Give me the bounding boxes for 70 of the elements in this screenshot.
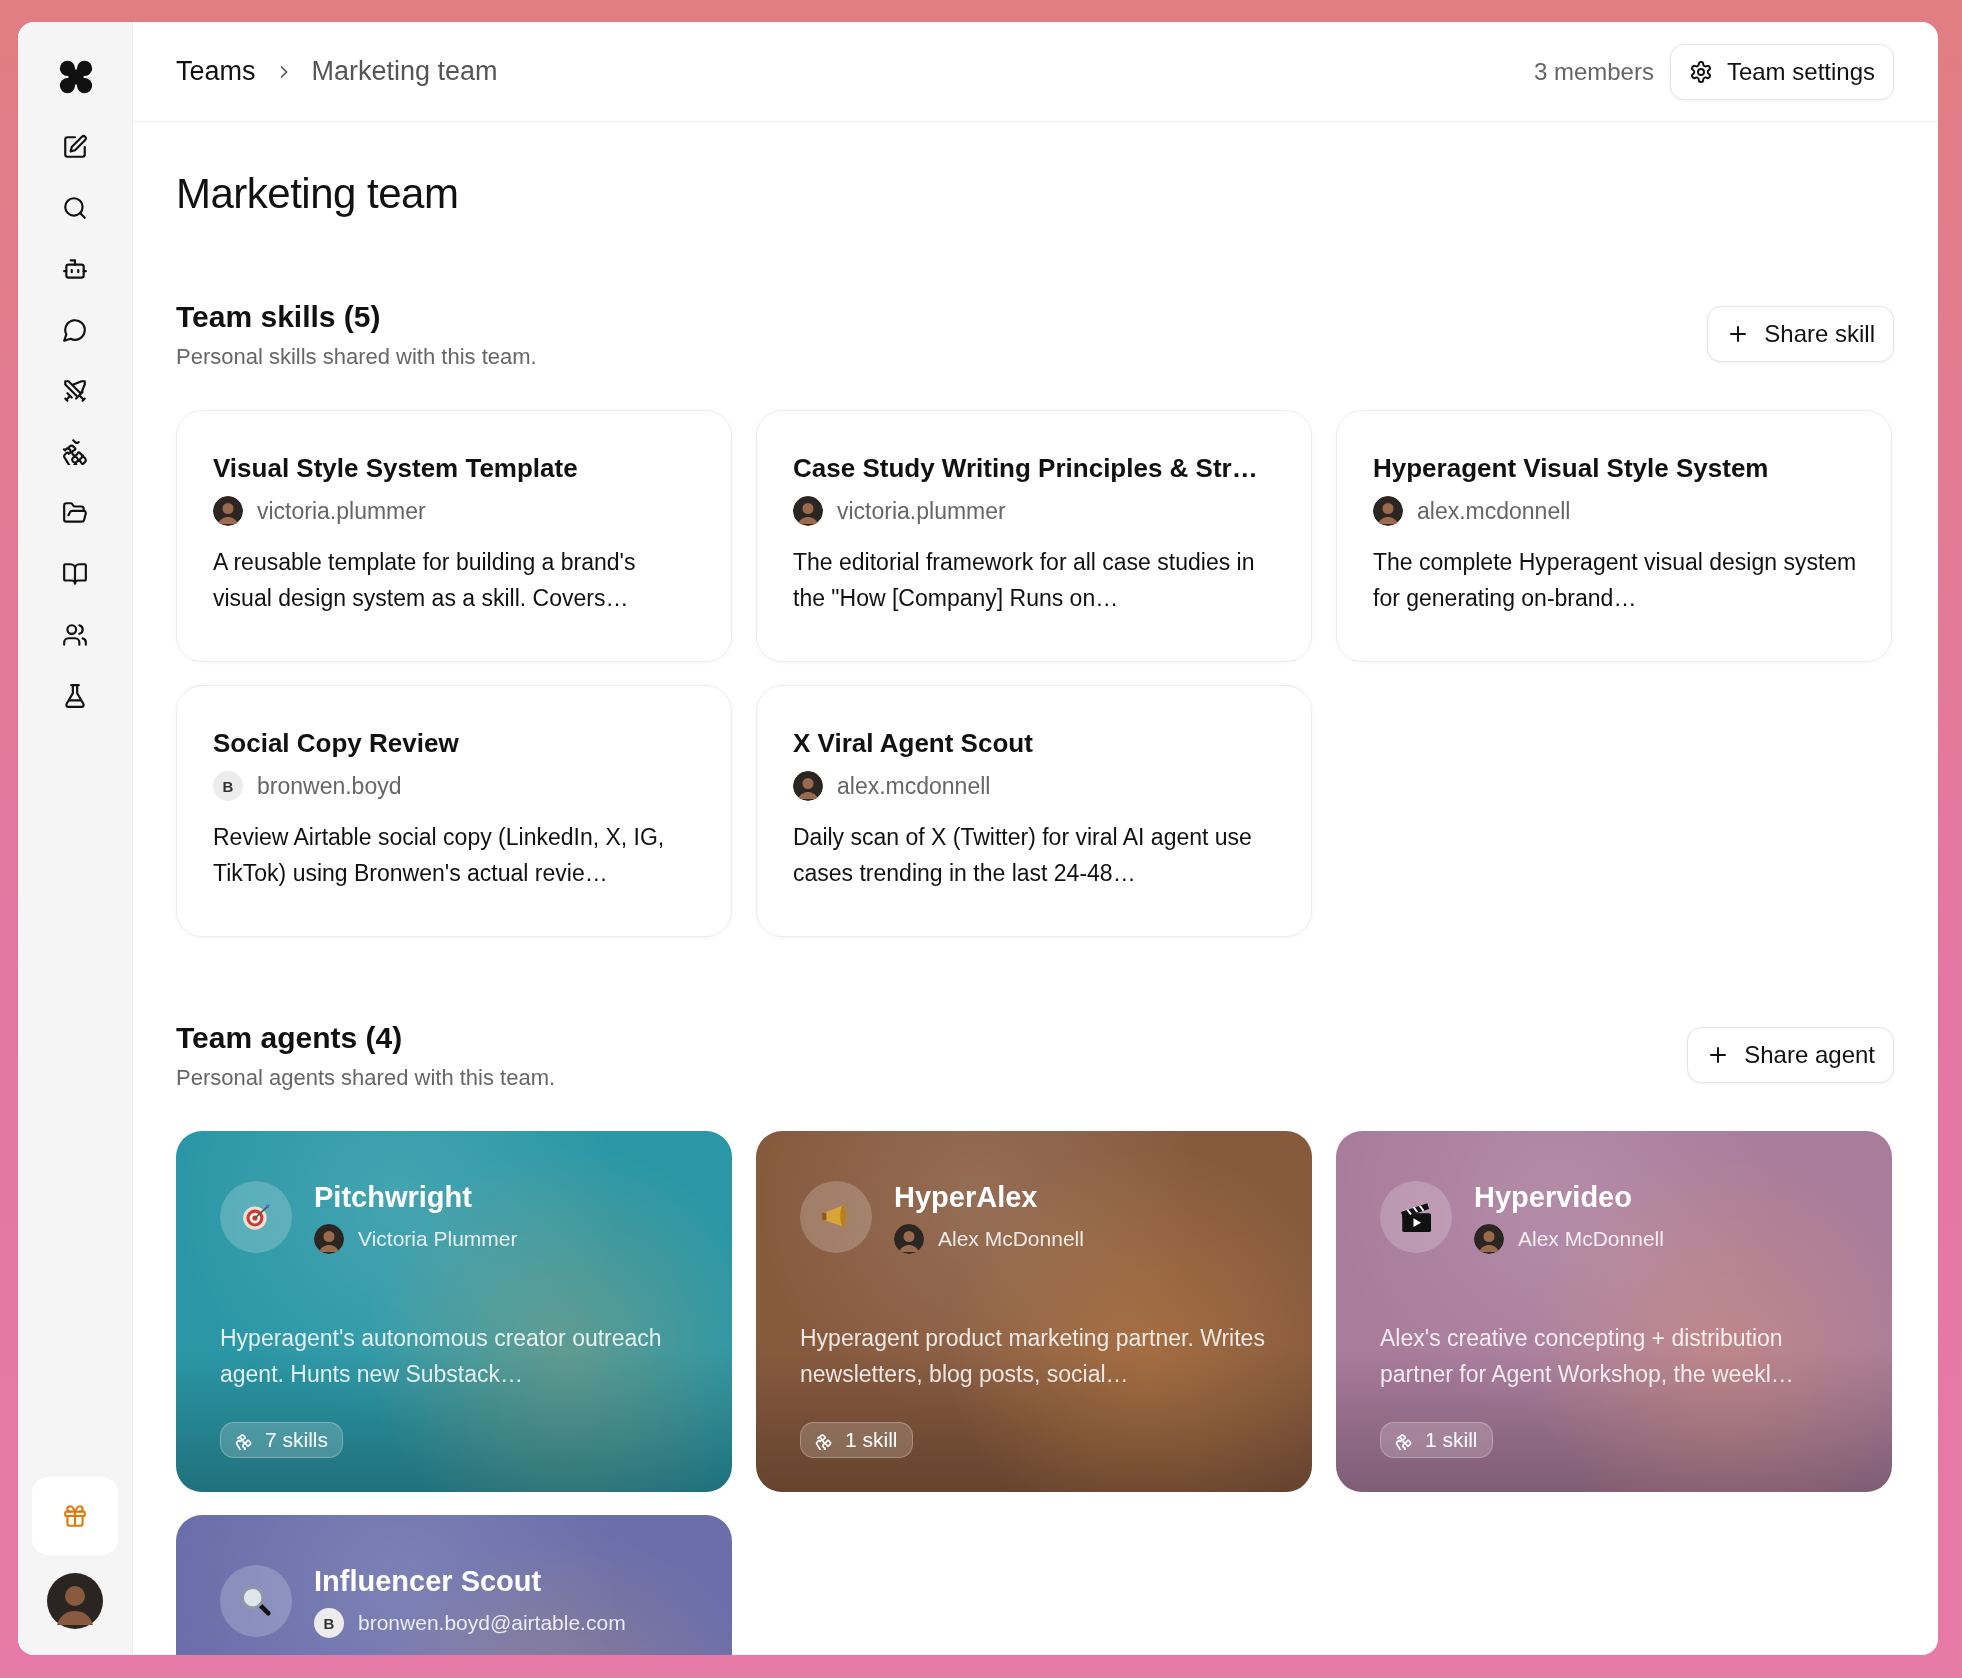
- folder-icon[interactable]: [62, 500, 88, 526]
- skill-description: Daily scan of X (Twitter) for viral AI agent use cases trending in the last 24-48…: [793, 823, 1253, 888]
- skill-title: Social Copy Review: [213, 728, 460, 759]
- author-avatar: [1373, 496, 1403, 526]
- agent-name: Hypervideo: [1474, 1181, 1633, 1214]
- skill-count-badge: 1 skill: [1380, 1422, 1493, 1458]
- skill-card[interactable]: Visual Style System Template victoria.plummer A reusable template for building a brand's visual design system as a skill. Covers…: [176, 410, 732, 662]
- author-name: Alex McDonnell: [938, 1227, 1084, 1251]
- agent-card[interactable]: HyperAlex Alex McDonnell Hyperagent product marketing partner. Writes newsletters, blog posts, social… 1 skill: [756, 1131, 1312, 1492]
- author-name: Victoria Plummer: [358, 1227, 518, 1251]
- author-name: victoria.plummer: [837, 497, 1006, 525]
- agent-name: HyperAlex: [894, 1181, 1039, 1214]
- author-name: victoria.plummer: [257, 497, 426, 525]
- share-agent-button[interactable]: Share agent: [1687, 1027, 1894, 1083]
- skill-card[interactable]: Case Study Writing Principles & Str… victoria.plummer The editorial framework for all case studies in the "How [Company] Runs on…: [756, 410, 1312, 662]
- section-subtitle: Personal agents shared with this team.: [176, 1065, 556, 1091]
- skill-description: The editorial framework for all case studies in the "How [Company] Runs on…: [793, 548, 1256, 613]
- author-name: alex.mcdonnell: [1417, 497, 1571, 525]
- agent-description: Hyperagent product marketing partner. Writes newsletters, blog posts, social…: [800, 1324, 1266, 1389]
- skill-title: Visual Style System Template: [213, 453, 579, 484]
- skill-description: The complete Hyperagent visual design system for generating on-brand…: [1373, 548, 1857, 613]
- author-name: Alex McDonnell: [1518, 1227, 1664, 1251]
- author-avatar: [213, 496, 243, 526]
- section-heading: Team skills (5): [176, 300, 382, 334]
- page-title: Marketing team: [176, 170, 460, 218]
- author-name: bronwen.boyd: [257, 772, 402, 800]
- member-count: 3 members: [1533, 57, 1654, 86]
- robot-icon[interactable]: [62, 256, 88, 282]
- gift-icon: [62, 1503, 88, 1529]
- agent-name: Pitchwright: [314, 1181, 473, 1214]
- skill-card[interactable]: X Viral Agent Scout alex.mcdonnell Daily scan of X (Twitter) for viral AI agent use cases trending in the last 24-48…: [756, 685, 1312, 937]
- author-avatar: B: [213, 771, 243, 801]
- agent-card[interactable]: Influencer Scout B bronwen.boyd@airtable.com: [176, 1515, 732, 1655]
- agent-description: Alex's creative concepting + distribution partner for Agent Workshop, the weekl…: [1380, 1324, 1795, 1389]
- people-icon[interactable]: [62, 622, 88, 648]
- author-name: bronwen.boyd@airtable.com: [358, 1611, 626, 1635]
- crossed-swords-icon[interactable]: [62, 378, 88, 404]
- chat-bubble-icon[interactable]: [62, 317, 88, 343]
- skill-card[interactable]: Social Copy Review B bronwen.boyd Review Airtable social copy (LinkedIn, X, IG, TikTok) using Bronwen's actual revie…: [176, 685, 732, 937]
- author-avatar: [1474, 1224, 1504, 1254]
- skill-description: Review Airtable social copy (LinkedIn, X, IG, TikTok) using Bronwen's actual revie…: [213, 823, 666, 888]
- skill-title: Case Study Writing Principles & Str…: [793, 453, 1259, 484]
- skill-count-badge: 1 skill: [800, 1422, 913, 1458]
- breadcrumb-link[interactable]: Marketing team: [311, 56, 498, 87]
- edit-icon[interactable]: [62, 134, 88, 160]
- gift-button[interactable]: [32, 1477, 118, 1555]
- author-name: alex.mcdonnell: [837, 772, 991, 800]
- author-avatar: [314, 1224, 344, 1254]
- search-icon[interactable]: [62, 195, 88, 221]
- agent-description: Hyperagent's autonomous creator outreach agent. Hunts new Substack…: [220, 1324, 663, 1389]
- author-avatar: [894, 1224, 924, 1254]
- logo-icon[interactable]: [57, 58, 95, 96]
- flask-icon[interactable]: [62, 683, 88, 709]
- skill-description: A reusable template for building a brand's visual design system as a skill. Covers…: [213, 548, 637, 613]
- section-heading: Team agents (4): [176, 1021, 404, 1055]
- skill-card[interactable]: Hyperagent Visual Style System alex.mcdonnell The complete Hyperagent visual design system for generating on-brand…: [1336, 410, 1892, 662]
- author-avatar: B: [314, 1608, 344, 1638]
- agent-name: Influencer Scout: [314, 1565, 543, 1598]
- settings-icon: [1688, 59, 1713, 84]
- skill-count-badge: 7 skills: [220, 1422, 343, 1458]
- book-icon[interactable]: [62, 561, 88, 587]
- skill-title: X Viral Agent Scout: [793, 728, 1034, 759]
- section-subtitle: Personal skills shared with this team.: [176, 344, 537, 370]
- author-avatar: [793, 496, 823, 526]
- breadcrumb-link[interactable]: Teams: [176, 56, 256, 87]
- author-avatar: [793, 771, 823, 801]
- user-avatar[interactable]: [47, 1573, 103, 1629]
- skill-title: Hyperagent Visual Style System: [1373, 453, 1770, 484]
- team-settings-button[interactable]: Team settings: [1669, 43, 1894, 100]
- share-skill-button[interactable]: Share skill: [1707, 306, 1894, 362]
